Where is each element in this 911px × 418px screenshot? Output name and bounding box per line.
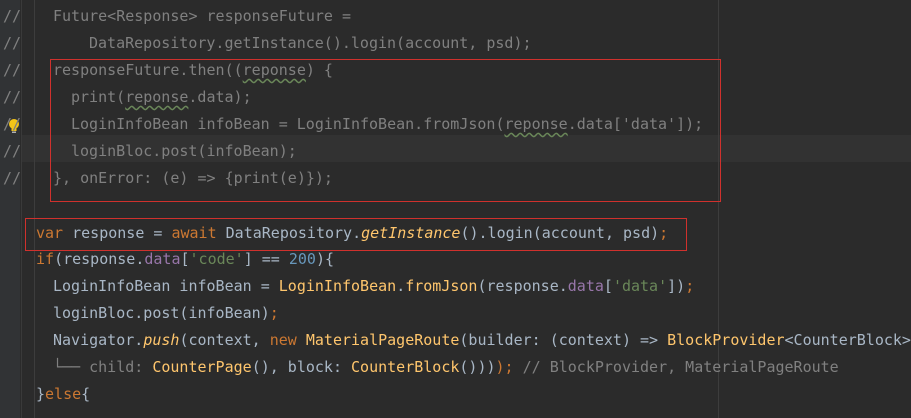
tree-indicator: └── child: [53,358,153,376]
static-method: getInstance [361,224,461,242]
semicolon: ; [659,224,669,242]
code-line-else: }else{ [36,381,90,408]
code-text: (response. [54,250,145,268]
class-name: MaterialPageRoute [305,331,460,349]
code-text: ){ [315,250,335,268]
code-text: response = [63,224,172,242]
code-text: { [81,385,91,403]
code-text: LoginInfoBean infoBean = [53,277,279,295]
keyword: await [171,224,217,242]
string-literal: 'data' [612,277,668,295]
code-line-navigator: Navigator.push(context, new MaterialPage… [53,327,911,354]
gutter-comment-mark: // [3,169,22,187]
indent-guide [34,0,35,418]
gutter-comment-mark: // [3,61,22,79]
code-text: [ [603,277,613,295]
semicolon: ; [685,277,695,295]
code-text: [ [180,250,190,268]
method-name: fromJson [405,277,478,295]
code-text: ]) [667,277,686,295]
field: data [567,277,604,295]
gutter-comment-mark: // [3,115,22,133]
gutter-comment-mark: // [3,7,22,25]
closing-label-hint: // BlockProvider, MaterialPageRoute [513,358,839,376]
field: data [144,250,181,268]
comment-line: Future<Response> responseFuture = [53,7,352,25]
semicolon: ); [495,358,514,376]
class-name: CounterPage [152,358,252,376]
keyword: if [36,250,55,268]
string-literal: 'code' [189,250,244,268]
code-text: (), block: [251,358,352,376]
code-text: loginBloc.post(infoBean) [53,304,270,322]
class-name: CounterBlock [351,358,460,376]
code-text: } [36,385,46,403]
class-name: LoginInfoBean [278,277,397,295]
code-text: (context, [179,331,270,349]
code-line-await: var response = await DataRepository.getI… [36,220,668,247]
keyword: var [36,224,64,242]
code-line-infobean: LoginInfoBean infoBean = LoginInfoBean.f… [53,273,694,300]
code-text: <CounterBlock> [784,331,911,349]
annotation-box-comment-block [50,59,721,202]
keyword: else [45,385,82,403]
static-method: push [143,331,180,349]
code-text: Navigator. [53,331,144,349]
keyword: new [269,331,297,349]
number-literal: 200 [288,250,316,268]
class-name: BlockProvider [667,331,785,349]
code-text: DataRepository. [216,224,362,242]
code-text: ())) [459,358,496,376]
code-line-child: └── child: CounterPage(), block: Counter… [53,354,839,381]
code-text: . [396,277,406,295]
code-text: (response. [477,277,568,295]
code-text: (builder: (context) => [459,331,668,349]
comment-line: DataRepository.getInstance().login(accou… [89,34,532,52]
code-line-if: if(response.data['code'] == 200){ [36,246,334,273]
gutter-comment-mark: // [3,34,22,52]
code-text: ().login(account, psd) [460,224,660,242]
code-line-post: loginBloc.post(infoBean); [53,300,279,327]
semicolon: ; [269,304,279,322]
gutter-comment-mark: // [3,142,22,160]
code-text: ] == [243,250,289,268]
gutter-separator [21,0,22,418]
gutter-comment-mark: // [3,88,22,106]
